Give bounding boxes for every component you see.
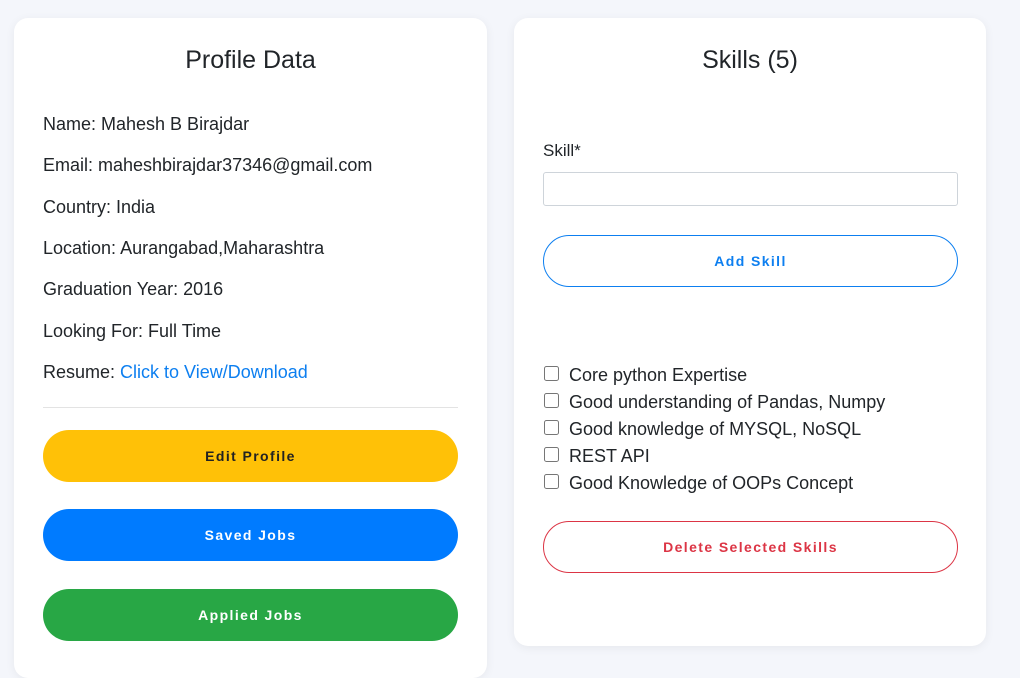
skill-item: Good understanding of Pandas, Numpy	[543, 389, 885, 416]
profile-location: Location: Aurangabad,Maharashtra	[43, 238, 325, 258]
profile-graduation-year: Graduation Year: 2016	[43, 279, 224, 299]
add-skill-button[interactable]: Add Skill	[543, 235, 958, 287]
profile-resume: Resume: Click to View/Download	[43, 362, 308, 383]
skill-input-label: Skill*	[543, 141, 581, 160]
skill-input[interactable]	[543, 172, 958, 206]
skill-label: Good understanding of Pandas, Numpy	[569, 392, 886, 412]
skill-checkbox[interactable]	[544, 447, 559, 462]
skill-checkbox[interactable]	[544, 420, 559, 435]
skill-item: Good knowledge of MYSQL, NoSQL	[543, 416, 885, 443]
skills-title: Skills (5)	[702, 46, 798, 74]
skill-label: Good knowledge of MYSQL, NoSQL	[569, 419, 862, 439]
skill-checkbox[interactable]	[544, 474, 559, 489]
profile-looking-for: Looking For: Full Time	[43, 321, 222, 341]
skill-item: Good Knowledge of OOPs Concept	[543, 470, 885, 497]
saved-jobs-button[interactable]: Saved Jobs	[43, 509, 458, 561]
resume-link[interactable]: Click to View/Download	[120, 362, 308, 382]
skill-label: REST API	[569, 446, 650, 466]
profile-card: Profile Data Name: Mahesh B Birajdar Ema…	[14, 18, 487, 678]
delete-selected-skills-button[interactable]: Delete Selected Skills	[543, 521, 958, 573]
profile-email: Email: maheshbirajdar37346@gmail.com	[43, 155, 373, 175]
skill-label: Good Knowledge of OOPs Concept	[569, 473, 854, 493]
applied-jobs-button[interactable]: Applied Jobs	[43, 589, 458, 641]
profile-title: Profile Data	[185, 46, 316, 74]
skill-checkbox[interactable]	[544, 393, 559, 408]
profile-divider	[43, 407, 458, 408]
edit-profile-button[interactable]: Edit Profile	[43, 430, 458, 482]
profile-country: Country: India	[43, 197, 156, 217]
skill-label: Core python Expertise	[569, 365, 748, 385]
profile-name: Name: Mahesh B Birajdar	[43, 114, 250, 134]
skill-item: REST API	[543, 443, 885, 470]
resume-label: Resume:	[43, 362, 121, 382]
skill-item: Core python Expertise	[543, 362, 885, 389]
skill-checkbox[interactable]	[544, 366, 559, 381]
skills-card: Skills (5) Skill* Add Skill Core python …	[514, 18, 986, 646]
skill-list: Core python Expertise Good understanding…	[543, 362, 885, 497]
